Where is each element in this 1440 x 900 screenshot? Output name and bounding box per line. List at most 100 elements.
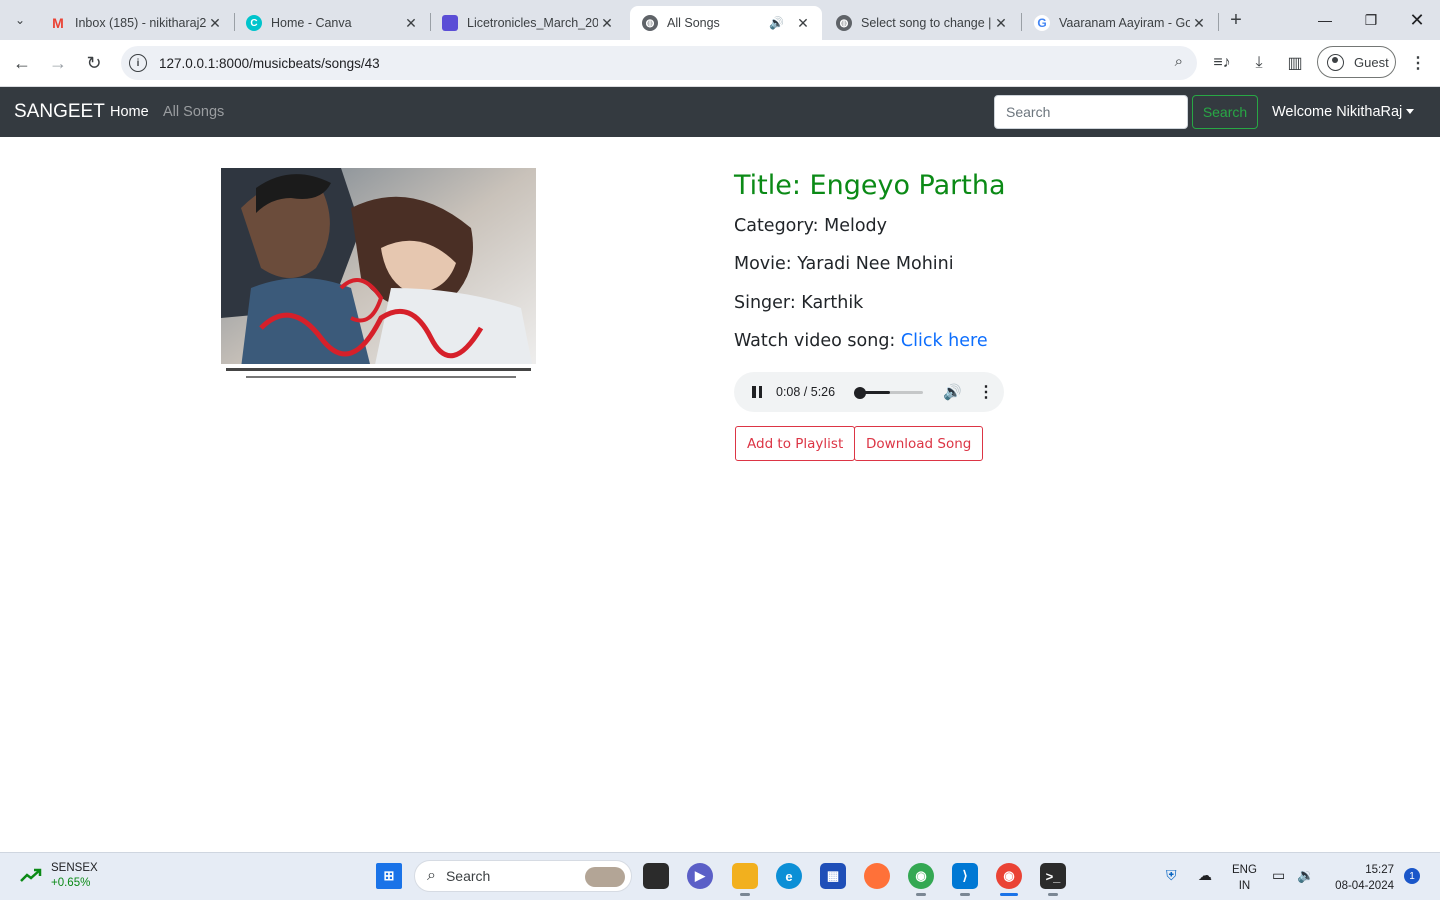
search-button[interactable]: Search — [1192, 95, 1258, 129]
search-highlight-icon — [585, 867, 625, 887]
new-tab-button[interactable]: + — [1224, 8, 1248, 32]
globe-icon: ◍ — [836, 15, 852, 31]
tab-canva[interactable]: C Home - Canva ✕ — [234, 6, 430, 40]
download-icon[interactable]: ⤓ — [1247, 51, 1271, 75]
nav-link-all-songs[interactable]: All Songs — [163, 104, 224, 120]
running-indicator — [1048, 893, 1058, 896]
seek-bar[interactable] — [853, 386, 923, 399]
brand-logo[interactable]: SANGEET — [14, 101, 105, 123]
profile-button[interactable]: Guest — [1317, 46, 1396, 78]
running-indicator — [740, 893, 750, 896]
lang-top: ENG — [1232, 864, 1257, 876]
tab-licetronicles[interactable]: Licetronicles_March_202 ✕ — [430, 6, 626, 40]
notification-badge[interactable]: 1 — [1404, 868, 1420, 884]
close-icon[interactable]: ✕ — [992, 15, 1010, 32]
back-button[interactable]: ← — [9, 50, 35, 76]
reload-button[interactable]: ↻ — [81, 50, 107, 76]
welcome-text: Welcome NikithaRaj — [1272, 104, 1403, 120]
active-indicator — [1000, 893, 1018, 896]
forward-button[interactable]: → — [45, 50, 71, 76]
tab-vaaranam[interactable]: G Vaaranam Aayiram - Go ✕ — [1022, 6, 1218, 40]
volume-tray-icon[interactable]: 🔉 — [1297, 867, 1314, 884]
search-input[interactable] — [994, 95, 1188, 129]
stock-trend-icon — [20, 868, 42, 882]
terminal-icon[interactable]: >_ — [1040, 863, 1066, 889]
file-explorer-icon[interactable] — [732, 863, 758, 889]
close-icon[interactable]: ✕ — [794, 15, 812, 32]
close-icon[interactable]: ✕ — [206, 15, 224, 32]
watch-video-label: Watch video song: — [734, 331, 901, 351]
windows-start-icon[interactable]: ⊞ — [376, 863, 402, 889]
download-song-button[interactable]: Download Song — [854, 426, 984, 461]
clock-date: 08-04-2024 — [1335, 880, 1394, 892]
firefox-icon[interactable] — [864, 863, 890, 889]
speaker-icon[interactable]: 🔊 — [769, 16, 784, 30]
globe-icon: ◍ — [642, 15, 658, 31]
search-icon: ⌕ — [427, 867, 436, 884]
taskbar-search[interactable]: ⌕ Search — [414, 860, 632, 892]
tab-title: Select song to change | — [861, 16, 992, 30]
song-singer: Singer: Karthik — [734, 293, 864, 313]
tab-title: Inbox (185) - nikitharaj2 — [75, 16, 206, 30]
tab-select-song[interactable]: ◍ Select song to change | ✕ — [824, 6, 1020, 40]
tab-search-chevron-icon[interactable]: ⌄ — [8, 8, 32, 32]
close-window-button[interactable]: ✕ — [1401, 8, 1433, 32]
stock-change: +0.65% — [51, 877, 91, 889]
video-link[interactable]: Click here — [901, 331, 988, 351]
store-icon[interactable]: ▦ — [820, 863, 846, 889]
add-to-playlist-button[interactable]: Add to Playlist — [735, 426, 856, 461]
minimize-button[interactable]: — — [1309, 8, 1341, 32]
address-bar[interactable]: i 127.0.0.1:8000/musicbeats/songs/43 ⌕ — [121, 46, 1197, 80]
running-indicator — [960, 893, 970, 896]
doc-icon — [442, 15, 458, 31]
url-text[interactable]: 127.0.0.1:8000/musicbeats/songs/43 — [159, 56, 380, 71]
song-title: Title: Engeyo Partha — [734, 170, 1006, 201]
browser-tab-strip: ⌄ M Inbox (185) - nikitharaj2 ✕ C Home -… — [0, 0, 1440, 40]
menu-kebab-icon[interactable]: ⋮ — [1406, 51, 1430, 75]
seek-thumb[interactable] — [853, 386, 866, 399]
edge-icon[interactable]: e — [776, 863, 802, 889]
zoom-icon[interactable]: ⌕ — [1175, 53, 1183, 70]
close-icon[interactable]: ✕ — [1190, 15, 1208, 32]
audio-player: 0:08 / 5:26 🔊 ⋮ — [734, 372, 1004, 412]
tab-title: Licetronicles_March_202 — [467, 16, 598, 30]
meet-icon[interactable]: ▶ — [687, 863, 713, 889]
browser-toolbar: ← → ↻ i 127.0.0.1:8000/musicbeats/songs/… — [0, 40, 1440, 87]
chrome-profile-icon[interactable]: ◉ — [908, 863, 934, 889]
site-info-icon[interactable]: i — [129, 54, 147, 72]
language-indicator[interactable]: ENG IN — [1232, 862, 1257, 894]
tab-all-songs[interactable]: ◍ All Songs 🔊 ✕ — [630, 6, 822, 40]
task-view-icon[interactable] — [643, 863, 669, 889]
close-icon[interactable]: ✕ — [402, 15, 420, 32]
site-navbar: SANGEET Home All Songs Search Welcome Ni… — [0, 87, 1440, 137]
security-tray-icon[interactable]: ⛨ — [1166, 867, 1177, 884]
nav-link-home[interactable]: Home — [110, 104, 149, 120]
profile-label: Guest — [1354, 54, 1389, 70]
lang-bottom: IN — [1238, 880, 1251, 892]
network-icon[interactable]: ▭ — [1272, 867, 1285, 884]
taskbar-search-label: Search — [445, 868, 491, 884]
close-icon[interactable]: ✕ — [598, 15, 616, 32]
onedrive-icon[interactable]: ☁ — [1198, 867, 1212, 884]
pause-icon[interactable] — [752, 386, 762, 398]
profile-icon — [1327, 53, 1344, 71]
stock-widget[interactable]: SENSEX +0.65% — [20, 861, 98, 891]
media-control-icon[interactable]: ≡♪ — [1210, 51, 1234, 75]
restore-button[interactable]: ❐ — [1355, 8, 1387, 32]
gmail-icon: M — [52, 15, 64, 31]
canva-icon: C — [246, 15, 262, 31]
tab-title: All Songs — [667, 16, 720, 30]
more-options-icon[interactable]: ⋮ — [978, 382, 994, 402]
vscode-icon[interactable]: ⟩ — [952, 863, 978, 889]
volume-icon[interactable]: 🔊 — [943, 383, 962, 401]
tab-separator — [1218, 13, 1219, 31]
google-icon: G — [1034, 15, 1050, 31]
side-panel-icon[interactable]: ▥ — [1283, 51, 1307, 75]
clock-time: 15:27 — [1365, 864, 1394, 876]
song-category: Category: Melody — [734, 216, 888, 236]
tab-title: Vaaranam Aayiram - Go — [1059, 16, 1190, 30]
system-clock[interactable]: 15:27 08-04-2024 — [1330, 862, 1394, 894]
chrome-icon[interactable]: ◉ — [996, 863, 1022, 889]
user-dropdown[interactable]: Welcome NikithaRaj — [1272, 104, 1415, 120]
tab-inbox[interactable]: M Inbox (185) - nikitharaj2 ✕ — [38, 6, 234, 40]
